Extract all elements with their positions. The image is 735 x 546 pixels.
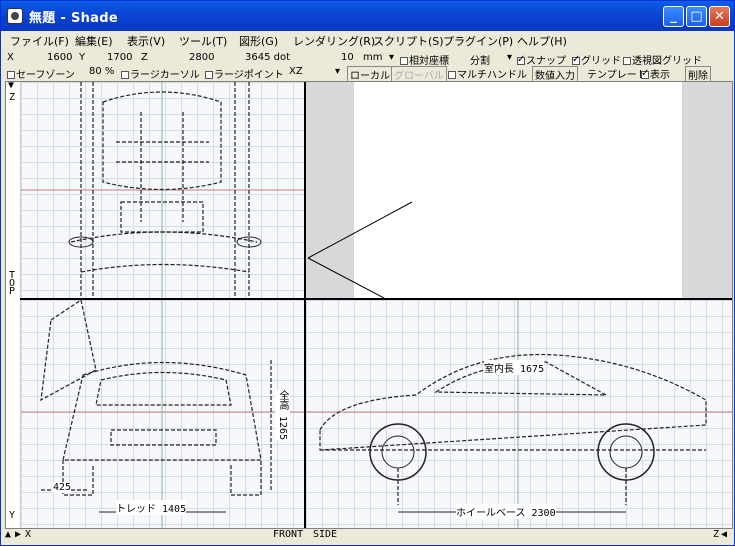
perspective-grid-checkbox[interactable]: 透視図グリッド <box>623 52 702 67</box>
menu-tools[interactable]: ツール(T) <box>179 33 227 49</box>
tread-dimension: トレッド 1405 <box>116 500 187 515</box>
z-value[interactable]: 2800 <box>189 52 214 63</box>
dot-value: 3645 dot <box>245 52 291 63</box>
title-bar[interactable]: 無題 - Shade _ □ ✕ <box>1 1 734 31</box>
front-view-axis-y: Y <box>9 510 16 521</box>
menu-edit[interactable]: 編集(E) <box>75 33 113 49</box>
maximize-button[interactable]: □ <box>686 6 707 27</box>
grid-size-value[interactable]: 10 <box>341 52 354 63</box>
x-value[interactable]: 1600 <box>47 52 72 63</box>
left-ruler <box>6 82 21 528</box>
axis-z-label: Z <box>713 529 720 540</box>
x-axis-marker: ▶ <box>15 529 22 540</box>
chevron-down-icon[interactable]: ▾ <box>335 66 340 77</box>
ruler-marker-icon: ▼ <box>8 80 15 91</box>
maximize-icon: □ <box>690 9 703 24</box>
side-view-blueprint <box>306 300 732 528</box>
menu-view[interactable]: 表示(V) <box>127 33 165 49</box>
perspective-view-pane[interactable] <box>306 82 732 298</box>
plane-select[interactable]: XZ <box>289 66 303 77</box>
view-axis-status: ▲ ▶ X FRONT SIDE Z ◀ <box>5 529 733 543</box>
z-label: Z <box>141 52 148 63</box>
template-label: テンプレート <box>587 70 647 81</box>
relative-coords-checkbox[interactable]: 相対座標 <box>400 52 449 67</box>
chevron-down-icon[interactable]: ▾ <box>389 52 394 63</box>
menu-help[interactable]: ヘルプ(H) <box>517 33 567 49</box>
grid-checkbox[interactable]: グリッド <box>572 52 621 67</box>
grid-unit-select[interactable]: mm <box>363 52 382 63</box>
front-view-blueprint <box>21 300 304 528</box>
top-view-axis-z: Z <box>9 92 16 103</box>
x-label: X <box>7 52 14 63</box>
coordinate-toolbar: X 1600 Y 1700 Z 2800 3645 dot 10 mm ▾ 相対… <box>5 52 733 67</box>
menu-plugins[interactable]: プラグイン(P) <box>443 33 513 49</box>
top-view-pane[interactable] <box>21 82 304 298</box>
minimize-button[interactable]: _ <box>663 6 684 27</box>
side-view-label: SIDE <box>313 529 338 540</box>
menu-file[interactable]: ファイル(F) <box>10 33 69 49</box>
arrow-up-icon: ▲ <box>5 529 12 540</box>
y-value[interactable]: 1700 <box>107 52 132 63</box>
side-view-pane[interactable]: ホイールベース 2300 室内長 1675 <box>306 300 732 528</box>
window-title: 無題 - Shade <box>29 11 118 26</box>
interior-length-dimension: 室内長 1675 <box>484 360 545 375</box>
minimize-icon: _ <box>670 9 677 24</box>
menu-script[interactable]: スクリプト(S) <box>373 33 444 49</box>
y-label: Y <box>79 52 86 63</box>
camera-lines <box>307 201 413 298</box>
split-label: 分割 <box>470 56 490 67</box>
application-window: 無題 - Shade _ □ ✕ ファイル(F) 編集(E) 表示(V) ツール… <box>0 0 735 546</box>
shade-app-icon[interactable] <box>7 8 23 24</box>
height-dimension: 全高 1265 <box>275 390 290 441</box>
zoom-value[interactable]: 80 % <box>89 66 114 77</box>
menu-render[interactable]: レンダリング(R) <box>293 33 375 49</box>
top-view-axis-p: P <box>9 286 16 297</box>
large-cursor-checkbox[interactable]: ラージカーソル <box>121 66 200 81</box>
front-view-pane[interactable]: トレッド 1405 425 全高 1265 <box>21 300 304 528</box>
large-point-checkbox[interactable]: ラージポイント <box>205 66 284 81</box>
show-template-checkbox[interactable]: 表示 <box>641 66 670 81</box>
wheelbase-dimension: ホイールベース 2300 <box>456 504 556 519</box>
front-view-label: FRONT <box>273 529 304 540</box>
safe-zone-checkbox[interactable]: セーフゾーン <box>7 66 75 81</box>
axis-x-label: X <box>25 529 32 540</box>
menu-shapes[interactable]: 図形(G) <box>239 33 278 49</box>
z-axis-marker: ◀ <box>721 529 728 540</box>
menu-bar: ファイル(F) 編集(E) 表示(V) ツール(T) 図形(G) レンダリング(… <box>1 31 734 49</box>
snap-checkbox[interactable]: スナップ <box>517 52 566 67</box>
multi-handle-checkbox[interactable]: マルチハンドル <box>448 66 527 81</box>
chevron-down-icon[interactable]: ▾ <box>507 52 512 63</box>
front-width-dimension: 425 <box>53 482 72 493</box>
viewport-area[interactable]: ▼ Z T O P Y トレッド 1405 425 全高 1265 ホイールベー… <box>5 80 733 529</box>
options-toolbar: セーフゾーン 80 % ラージカーソル ラージポイント XZ ▾ ローカル グロ… <box>5 66 733 83</box>
close-button[interactable]: ✕ <box>709 6 730 27</box>
top-view-blueprint <box>21 82 304 298</box>
close-icon: ✕ <box>714 9 725 24</box>
